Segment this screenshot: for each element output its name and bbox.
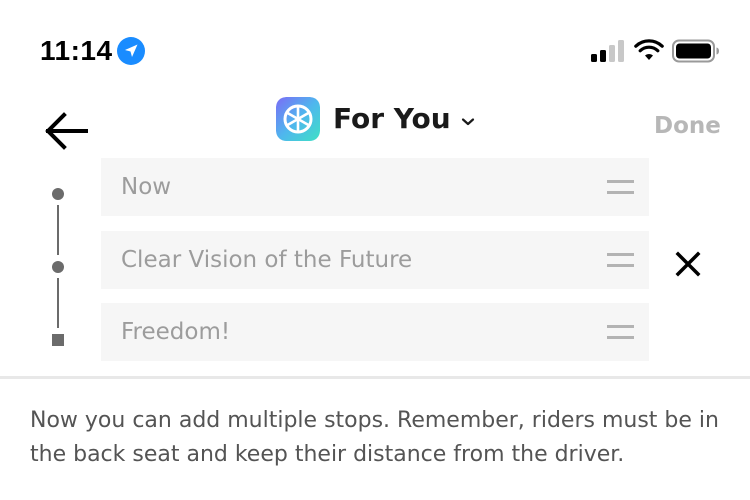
stop-2-text: Clear Vision of the Future	[121, 247, 413, 273]
stop-dot-icon	[52, 261, 64, 273]
stop-1-text: Now	[121, 174, 172, 200]
cellular-signal-icon	[591, 40, 624, 62]
battery-icon	[672, 39, 719, 63]
done-button[interactable]: Done	[654, 111, 721, 141]
for-you-logo	[276, 97, 320, 141]
destination-square-icon	[52, 334, 64, 346]
stop-3-text: Freedom!	[121, 319, 231, 345]
drag-handle-icon[interactable]	[607, 180, 634, 195]
wifi-icon	[634, 39, 664, 60]
stop-input-3[interactable]: Freedom!	[101, 303, 649, 361]
drag-handle-icon[interactable]	[607, 325, 634, 340]
location-arrow-icon	[117, 37, 145, 65]
close-icon	[675, 251, 701, 277]
stop-input-1[interactable]: Now	[101, 158, 649, 216]
divider	[0, 376, 750, 379]
start-dot-icon	[52, 188, 64, 200]
drag-handle-icon[interactable]	[607, 253, 634, 268]
info-message: Now you can add multiple stops. Remember…	[30, 408, 719, 467]
title-dropdown[interactable]: For You	[276, 96, 475, 142]
remove-stop-button[interactable]	[674, 250, 702, 278]
chevron-down-icon	[461, 118, 474, 126]
page-title: For You	[333, 102, 451, 135]
stop-input-2[interactable]: Clear Vision of the Future	[101, 231, 649, 289]
